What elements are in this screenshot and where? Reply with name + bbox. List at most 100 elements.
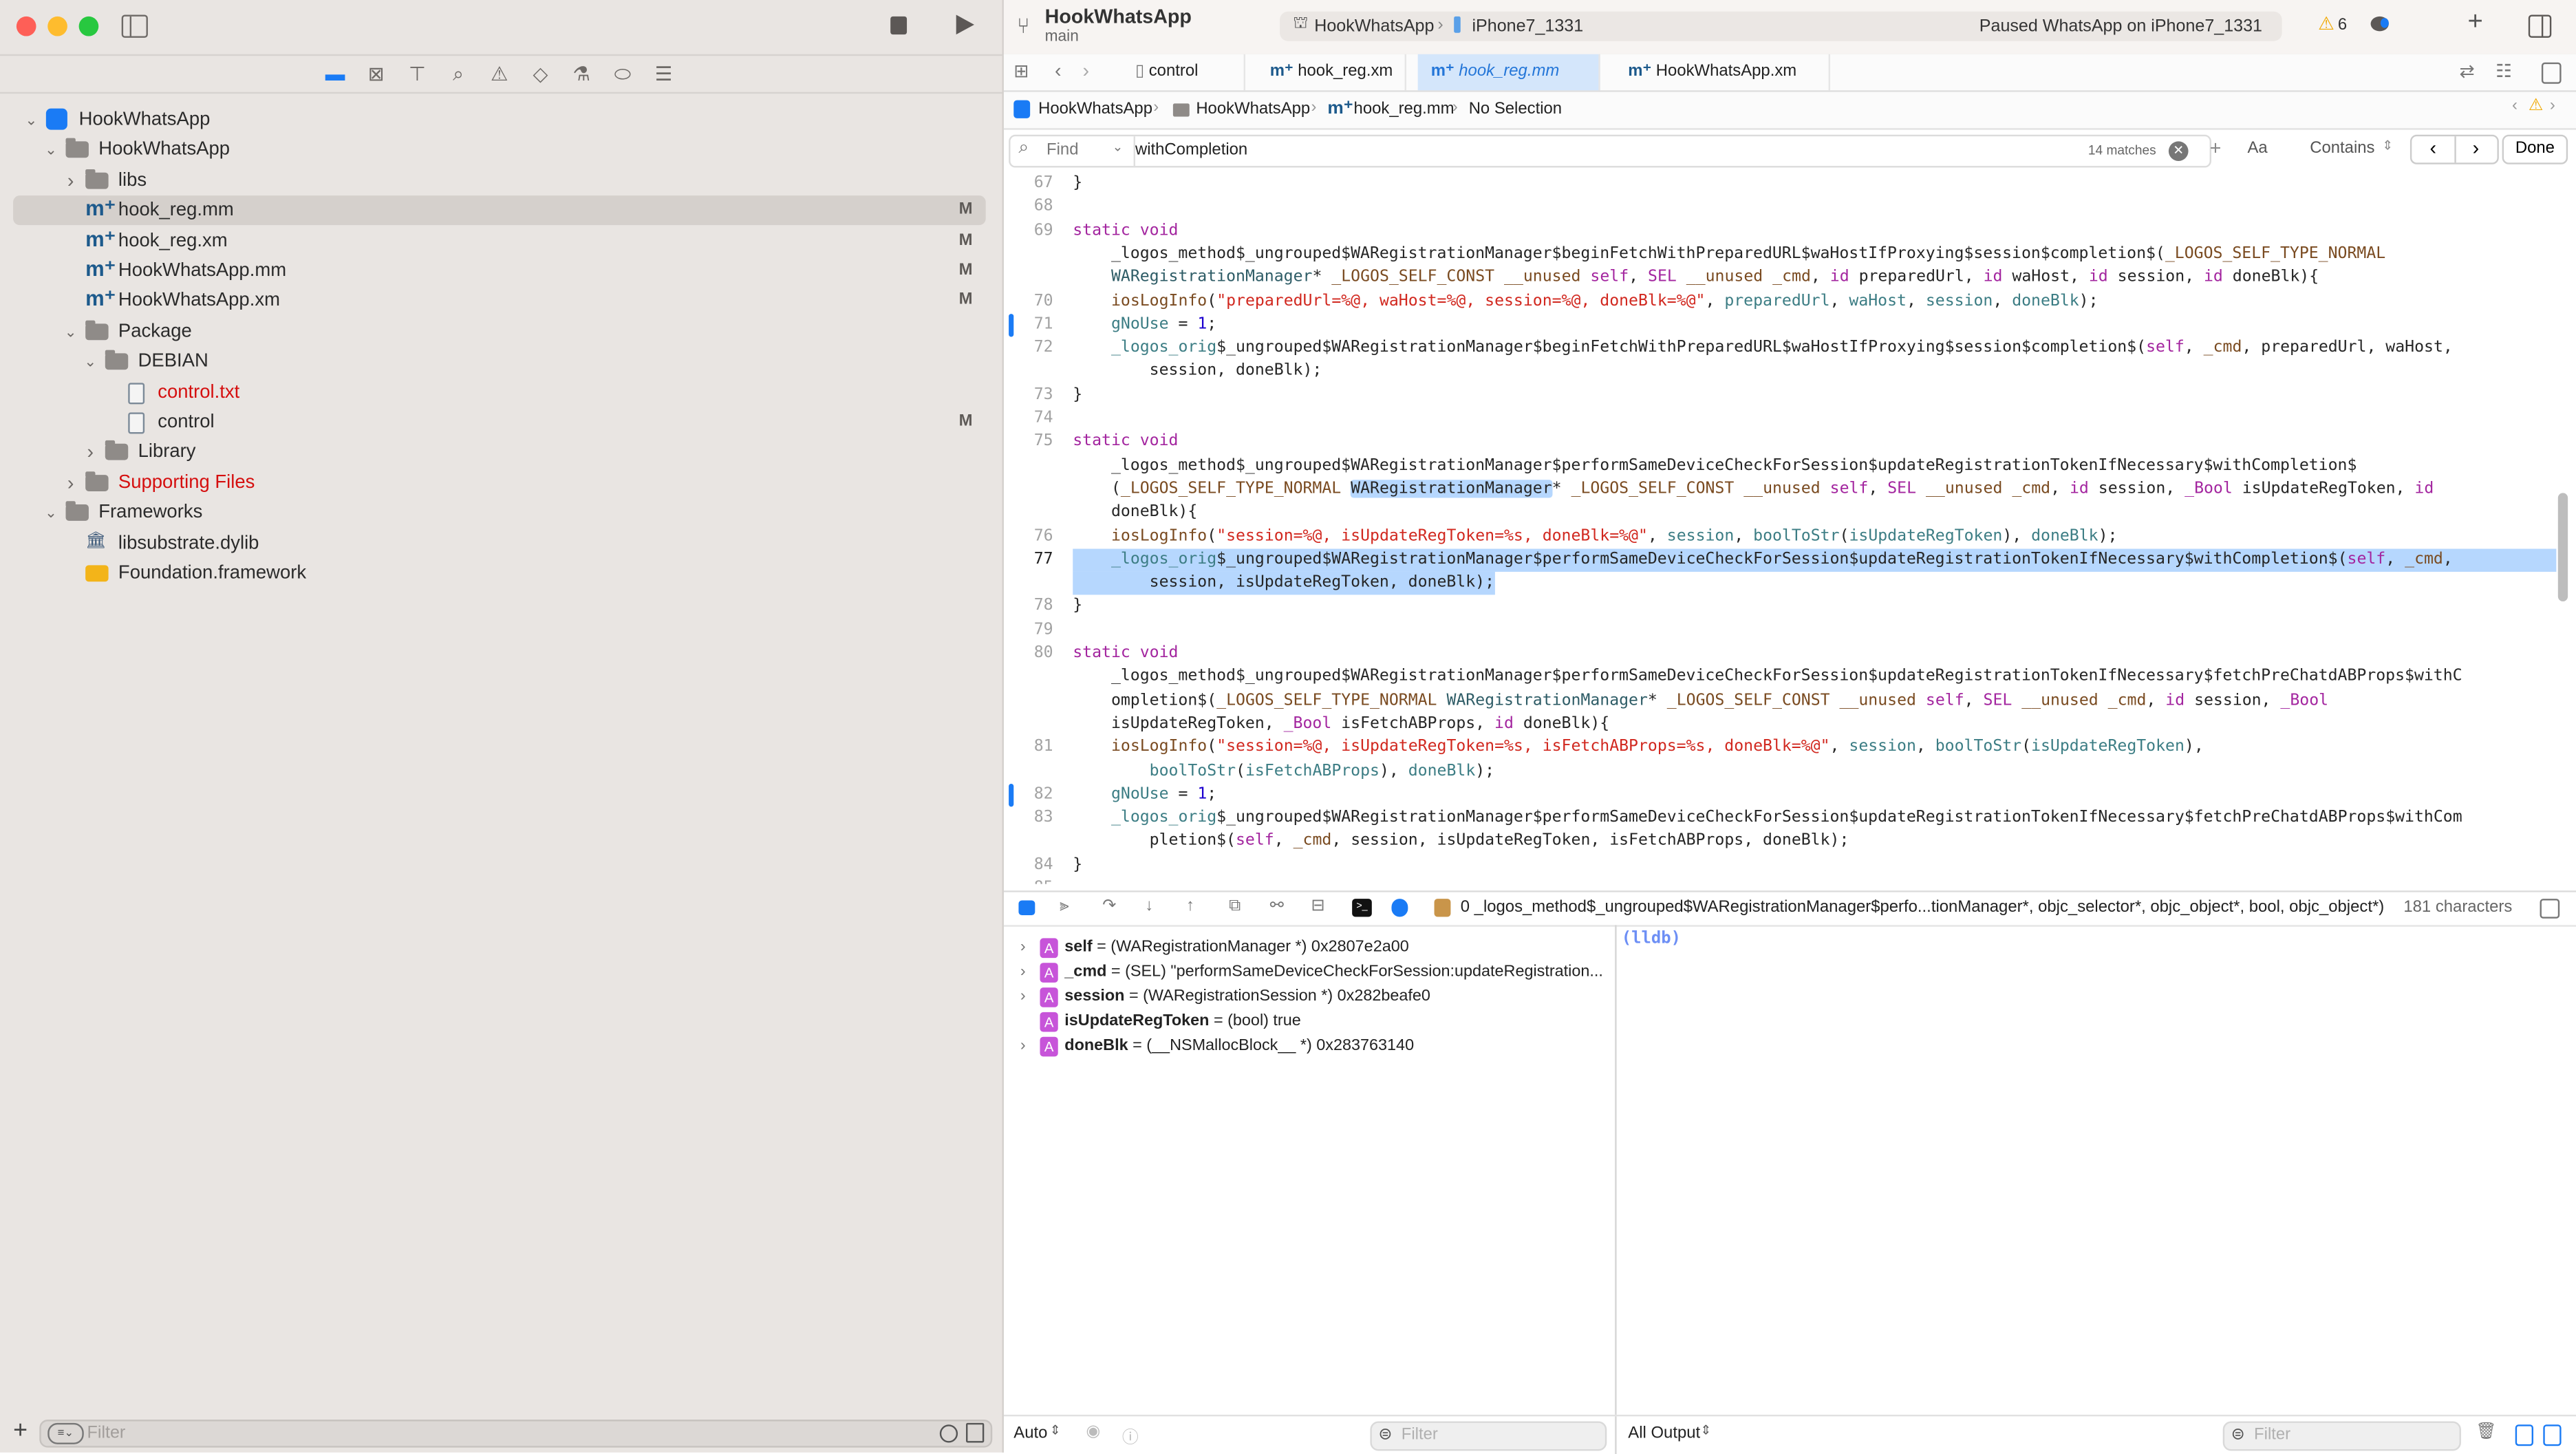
find-mode-selector[interactable]: Find [1046,141,1078,159]
code-line[interactable]: 84} [1004,854,2556,877]
tree-item[interactable]: ⌄ Package [13,317,986,346]
editor-tab[interactable]: m⁺ hook_reg.mm [1417,54,1600,91]
variables-filter-input[interactable]: ⊜ Filter [1370,1421,1607,1451]
step-into-icon[interactable]: ↓ [1145,897,1153,915]
recent-files-icon[interactable] [939,1424,958,1443]
code-line[interactable]: 69 static void [1004,220,2556,243]
disclosure-icon[interactable]: › [1020,959,1040,984]
code-line[interactable]: isUpdateRegToken, _Bool isFetchABProps, … [1004,713,2556,736]
memory-graph-icon[interactable]: ⚯ [1270,897,1284,915]
chevron-down-icon[interactable]: ⌄ [43,136,59,165]
code-line[interactable]: 76 iosLogInfo("session=%@, isUpdateRegTo… [1004,525,2556,548]
done-button[interactable]: Done [2502,134,2568,164]
line-number[interactable]: 69 [1013,220,1053,243]
trash-icon[interactable]: 🗑 [2476,1423,2496,1441]
device-selector[interactable]: iPhone7_1331 [1472,17,1583,36]
chevron-down-icon[interactable]: ⌄ [23,105,39,135]
disclosure-icon[interactable]: › [1020,1034,1040,1058]
tree-item[interactable]: control M [13,407,986,437]
code-line[interactable]: _logos_method$_ungrouped$WARegistrationM… [1004,454,2556,478]
chevron-down-icon[interactable]: ⌄ [43,498,59,528]
issue-icon[interactable]: ⚠ [488,63,511,85]
code-editor[interactable]: 67} 68 69 static void _logos_method$_ungrou… [1004,171,2557,884]
code-line[interactable]: 78} [1004,595,2556,619]
chevron-right-icon[interactable]: › [63,166,79,195]
code-line[interactable]: ompletion$(_LOGOS_SELF_TYPE_NORMAL WAReg… [1004,689,2556,713]
console-view[interactable]: (lldb) [1617,925,2576,1415]
code-line[interactable]: boolToStr(isFetchABProps), doneBlk); [1004,760,2556,783]
line-number[interactable]: 84 [1013,854,1053,877]
editor-options-icon[interactable]: ☷ [2496,61,2512,83]
line-number[interactable]: 70 [1013,290,1053,313]
step-out-icon[interactable]: ↑ [1186,897,1194,915]
chevron-down-icon[interactable]: ⌄ [1113,140,1124,154]
line-number[interactable]: 80 [1013,643,1053,666]
add-icon[interactable]: + [2467,8,2482,38]
tree-item[interactable]: 🏛 libsubstrate.dylib [13,528,986,558]
breakpoint-icon[interactable]: ⬭ [611,63,634,85]
chevron-down-icon[interactable]: ⌄ [63,317,79,346]
code-line[interactable]: 81 iosLogInfo("session=%@, isUpdateRegTo… [1004,736,2556,760]
code-line[interactable]: 79 [1004,619,2556,642]
breakpoints-toggle-icon[interactable] [1018,900,1035,916]
environment-overrides-icon[interactable]: ⊟ [1311,897,1324,915]
code-line[interactable]: 72 _logos_orig$_ungrouped$WARegistration… [1004,337,2556,361]
console-output-selector[interactable]: All Output [1628,1424,1700,1442]
line-number[interactable]: 75 [1013,431,1053,454]
code-line[interactable]: 67} [1004,173,2556,196]
folder-icon[interactable]: ▬ [323,63,346,85]
add-icon[interactable]: + [13,1416,28,1444]
show-variables-icon[interactable] [2515,1424,2533,1446]
find-next-button[interactable]: › [2454,136,2497,162]
line-number[interactable]: 72 [1013,337,1053,361]
quick-look-icon[interactable]: ◉ [1086,1423,1100,1441]
code-line[interactable]: session, isUpdateRegToken, doneBlk); [1004,572,2556,596]
match-type-selector[interactable]: Contains [2310,140,2374,158]
tree-item[interactable]: ⌄ Frameworks [13,498,986,528]
line-number[interactable]: 79 [1013,619,1053,642]
variable-row[interactable]: › AdoneBlk = (__NSMallocBlock__ *) 0x2837… [1020,1034,1414,1058]
run-icon[interactable] [956,14,974,35]
back-icon[interactable]: ‹ [1055,59,1062,82]
disclosure-icon[interactable]: › [1020,935,1040,960]
chevron-right-icon[interactable]: › [63,468,79,498]
navigator-filter-input[interactable]: ≡⌄ Filter [39,1420,993,1448]
variable-row[interactable]: › Aself = (WARegistrationManager *) 0x280… [1020,935,1409,960]
view-hierarchy-icon[interactable]: ⧉ [1229,897,1241,915]
inspector-toggle-icon[interactable] [2528,14,2552,38]
find-previous-button[interactable]: ‹ [2412,136,2456,163]
test-icon[interactable]: ◇ [529,63,552,85]
tree-item[interactable]: ⌄ HookWhatsApp [13,136,986,165]
editor-tab[interactable]: m⁺ hook_reg.xm [1257,54,1406,91]
debug-icon[interactable]: ⚗ [570,63,593,85]
line-number[interactable]: 71 [1013,314,1053,337]
jump-bar-item[interactable]: hook_reg.mm [1354,100,1455,118]
code-line[interactable]: 70 iosLogInfo("preparedUrl=%@, waHost=%@… [1004,290,2556,313]
tree-item[interactable]: m⁺ HookWhatsApp.mm M [13,256,986,286]
variable-row[interactable]: › Asession = (WARegistrationSession *) 0x… [1020,984,1430,1009]
grid-icon[interactable]: ⊞ [1013,61,1029,83]
tree-item[interactable]: › Supporting Files [13,468,986,498]
continue-icon[interactable]: ⫸ [1060,897,1069,915]
find-input[interactable]: withCompletion [1135,141,1247,159]
chevron-right-icon[interactable]: › [82,438,98,467]
warning-icon[interactable]: ⚠ [2318,13,2334,34]
add-editor-icon[interactable] [2541,62,2562,84]
step-over-icon[interactable]: ↷ [1102,897,1116,915]
warning-count[interactable]: 6 [2338,17,2347,34]
tree-item[interactable]: control.txt [13,377,986,407]
warning-icon[interactable]: ⚠ [2529,97,2543,115]
code-line[interactable]: _logos_method$_ungrouped$WARegistrationM… [1004,243,2556,266]
code-line[interactable]: doneBlk){ [1004,502,2556,525]
jump-bar-item[interactable]: HookWhatsApp [1038,100,1152,118]
source-control-icon[interactable]: ⊠ [365,63,387,85]
editor-tab[interactable]: ▯ control [1122,54,1245,91]
filter-options-icon[interactable]: ≡⌄ [47,1422,84,1444]
line-number[interactable]: 74 [1013,407,1053,431]
disclosure-icon[interactable]: › [1020,984,1040,1009]
tree-item[interactable]: Foundation.framework [13,559,986,588]
line-number[interactable]: 78 [1013,595,1053,619]
line-number[interactable]: 85 [1013,877,1053,884]
add-pattern-icon[interactable]: + [2210,136,2222,159]
code-line[interactable]: 80 static void [1004,643,2556,666]
